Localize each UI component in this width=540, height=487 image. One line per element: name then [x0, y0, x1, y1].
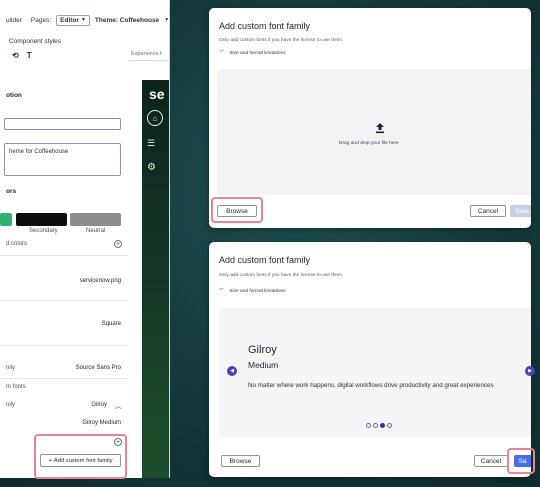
home-icon[interactable]: ⌂	[147, 110, 163, 126]
font-family-label: nily	[6, 365, 16, 371]
arrow-left-icon[interactable]: ◀	[227, 366, 237, 376]
description-section-title: otion	[6, 92, 22, 99]
arrow-right-icon[interactable]: ▶	[525, 366, 535, 376]
divider	[0, 300, 128, 301]
divider	[0, 378, 128, 379]
text-icon[interactable]: T	[27, 51, 32, 60]
add-font-dialog-upload: Add custom font family Only add custom f…	[209, 8, 531, 228]
link-icon[interactable]: ⟲	[12, 51, 19, 60]
theme-editor-panel: uilder Pages: Editor ▼ Theme: Coffeehous…	[0, 0, 170, 478]
pages-label: Pages:	[30, 16, 52, 24]
disclosure-label: Size and format limitations	[229, 51, 286, 56]
carousel-dot[interactable]	[387, 423, 392, 428]
custom-font-family-label: nily	[6, 402, 16, 408]
pages-select-value: Editor	[60, 16, 79, 24]
plus-icon[interactable]: +	[114, 240, 122, 248]
dialog-title: Add custom font family	[219, 21, 311, 31]
chevron-down-icon[interactable]: ▼	[164, 17, 169, 23]
theme-name-input[interactable]	[4, 118, 121, 130]
dialog-title: Add custom font family	[219, 255, 311, 265]
theme-label: Theme: Coffeehouse	[94, 16, 160, 24]
colors-section-title: ors	[6, 188, 17, 195]
cancel-button[interactable]: Cancel	[470, 205, 506, 217]
neutral-color-swatch[interactable]	[70, 213, 121, 226]
primary-color-swatch[interactable]	[0, 213, 12, 226]
experience-preview-header: Experience t	[128, 47, 169, 61]
secondary-color-swatch[interactable]	[16, 213, 67, 226]
chevron-down-icon: ﹀	[219, 288, 225, 294]
save-button-disabled[interactable]: Save	[510, 205, 531, 217]
add-font-highlight	[34, 434, 127, 479]
size-format-disclosure[interactable]: ﹀ Size and format limitations	[219, 287, 286, 294]
custom-font-value: Gilroy	[91, 402, 107, 408]
chevron-down-icon: ▼	[80, 17, 86, 23]
divider	[0, 345, 128, 346]
divider	[0, 255, 128, 256]
secondary-swatch-label: Secondary	[29, 228, 58, 234]
add-colors-label: d colors	[6, 241, 28, 247]
theme-description-textarea[interactable]: heme for Coffeehouse	[4, 143, 121, 176]
preview-logo: se	[149, 86, 165, 102]
font-name: Gilroy	[248, 344, 277, 356]
carousel-dot-active[interactable]	[380, 423, 385, 428]
neutral-swatch-label: Neutral	[86, 228, 106, 234]
editor-top-bar: uilder Pages: Editor ▼ Theme: Coffeehous…	[0, 11, 169, 29]
font-sample-text: No matter where work happens, digital wo…	[248, 382, 494, 389]
chevron-down-icon: ﹀	[219, 50, 225, 56]
disclosure-label: Size and format limitations	[229, 289, 286, 294]
font-preview-card	[219, 308, 531, 437]
carousel-pagination	[366, 423, 392, 428]
save-highlight	[507, 448, 535, 474]
upload-icon	[376, 123, 384, 134]
builder-label: uilder	[6, 16, 22, 24]
browse-highlight	[211, 197, 263, 223]
logo-value: servicenow.png	[79, 278, 121, 284]
cancel-button[interactable]: Cancel	[474, 455, 508, 467]
custom-font-weight: Gilroy Medium	[82, 420, 121, 426]
font-family-value: Source Sans Pro	[75, 365, 121, 371]
tab-component-styles[interactable]: Component styles	[0, 34, 169, 48]
dialog-description: Only add custom fonts if you have the li…	[219, 273, 344, 278]
pages-select[interactable]: Editor ▼	[56, 14, 90, 26]
drop-instructions: Drag and drop your file here	[339, 141, 399, 146]
size-format-disclosure[interactable]: ﹀ Size and format limitations	[219, 49, 286, 56]
menu-icon[interactable]: ☰	[147, 138, 155, 149]
custom-fonts-label: m fonts	[6, 384, 26, 390]
font-weight-label: Medium	[248, 360, 279, 370]
tab-label: Component styles	[9, 37, 62, 45]
carousel-dot[interactable]	[366, 423, 371, 428]
chevron-up-icon[interactable]: ︿	[115, 401, 122, 411]
style-toolbar: ⟲ T	[12, 51, 32, 60]
browse-button[interactable]: Browse	[221, 455, 260, 467]
settings-icon[interactable]: ⚙	[147, 162, 156, 173]
shape-value: Square	[101, 321, 121, 327]
dialog-description: Only add custom fonts if you have the li…	[219, 38, 344, 43]
carousel-dot[interactable]	[373, 423, 378, 428]
